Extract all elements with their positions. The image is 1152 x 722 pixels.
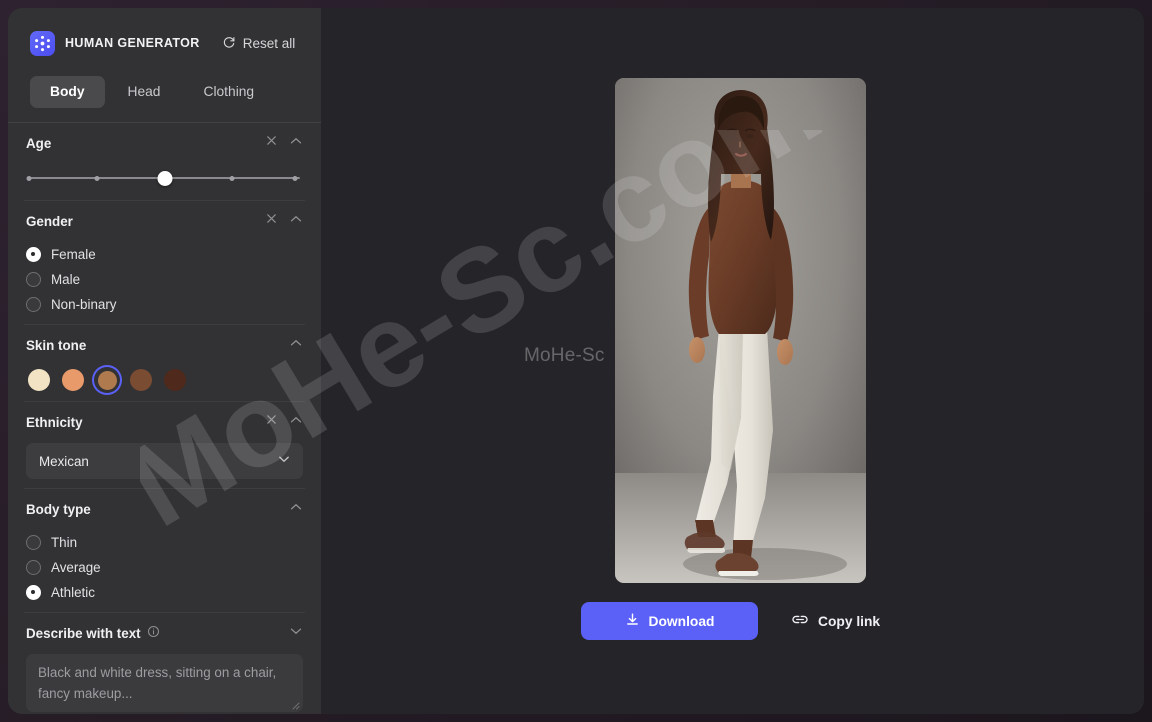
reset-circular-arrow-icon <box>222 35 236 52</box>
chevron-down-icon <box>277 452 291 471</box>
section-skin-tone-title: Skin tone <box>26 338 86 353</box>
age-slider-tick-4[interactable] <box>230 176 235 181</box>
copy-link-label: Copy link <box>818 614 880 629</box>
skin-tone-swatch-3[interactable] <box>94 367 120 393</box>
screen-root: HUMAN GENERATOR Reset all Body Head Clot… <box>0 0 1152 722</box>
gender-option-male[interactable]: Male <box>26 267 305 291</box>
section-describe-actions <box>289 624 303 643</box>
chevron-up-icon[interactable] <box>289 336 303 355</box>
skin-tone-swatch-4[interactable] <box>128 367 154 393</box>
close-x-icon[interactable] <box>265 212 278 230</box>
info-circle-icon[interactable] <box>147 625 160 641</box>
download-button[interactable]: Download <box>581 602 758 640</box>
age-slider-tick-2[interactable] <box>94 176 99 181</box>
gender-option-label: Non-binary <box>51 297 117 312</box>
radio-indicator <box>26 272 41 287</box>
download-icon <box>625 612 640 630</box>
body-type-option-average[interactable]: Average <box>26 555 305 579</box>
close-x-icon[interactable] <box>265 413 278 431</box>
section-ethnicity: Ethnicity <box>8 402 321 479</box>
section-body-type-title: Body type <box>26 502 91 517</box>
swatch-color <box>130 369 152 391</box>
close-x-icon[interactable] <box>265 134 278 152</box>
tab-body[interactable]: Body <box>30 76 105 108</box>
section-age-title: Age <box>26 136 51 151</box>
section-ethnicity-header: Ethnicity <box>24 402 305 442</box>
section-describe-title-label: Describe with text <box>26 626 141 641</box>
tab-clothing[interactable]: Clothing <box>183 76 274 108</box>
gender-option-non-binary[interactable]: Non-binary <box>26 292 305 316</box>
reset-all-label: Reset all <box>243 36 296 51</box>
tab-head[interactable]: Head <box>108 76 181 108</box>
gender-option-label: Male <box>51 272 80 287</box>
tab-bar: Body Head Clothing <box>8 72 321 108</box>
section-describe-title: Describe with text <box>26 625 160 641</box>
copy-link-button[interactable]: Copy link <box>791 612 880 630</box>
swatch-color <box>164 369 186 391</box>
app-window: HUMAN GENERATOR Reset all Body Head Clot… <box>8 8 1144 714</box>
describe-textarea[interactable] <box>26 654 303 712</box>
gender-option-label: Female <box>51 247 96 262</box>
action-row: Download Copy link <box>581 602 880 640</box>
chevron-up-icon[interactable] <box>289 500 303 519</box>
swatch-color <box>28 369 50 391</box>
section-gender: Gender <box>8 201 321 316</box>
generated-image-preview[interactable] <box>615 78 866 583</box>
settings-scroll-area[interactable]: Age <box>8 123 321 714</box>
body-type-option-label: Average <box>51 560 101 575</box>
age-slider[interactable] <box>26 163 303 193</box>
radio-indicator <box>26 585 41 600</box>
swatch-color <box>98 371 117 390</box>
brand-row: HUMAN GENERATOR Reset all <box>8 20 321 66</box>
section-body-type-header: Body type <box>24 489 305 529</box>
swatch-color <box>62 369 84 391</box>
generated-human-portrait-icon <box>615 78 866 583</box>
preview-stage: Download Copy link <box>321 8 1144 714</box>
section-body-type: Body type Thin <box>8 489 321 604</box>
section-skin-tone-header: Skin tone <box>24 325 305 365</box>
section-age: Age <box>8 123 321 193</box>
body-type-option-thin[interactable]: Thin <box>26 530 305 554</box>
body-type-option-label: Thin <box>51 535 77 550</box>
sidebar-panel: HUMAN GENERATOR Reset all Body Head Clot… <box>8 8 321 714</box>
skin-tone-swatch-list <box>26 367 303 393</box>
section-ethnicity-actions <box>265 413 303 432</box>
reset-all-button[interactable]: Reset all <box>222 35 296 52</box>
skin-tone-swatch-2[interactable] <box>60 367 86 393</box>
age-slider-tick-5[interactable] <box>293 176 298 181</box>
brand-name: HUMAN GENERATOR <box>65 36 200 50</box>
section-age-header: Age <box>24 123 305 163</box>
section-describe-header: Describe with text <box>24 613 305 653</box>
chevron-up-icon[interactable] <box>289 413 303 432</box>
section-describe-with-text: Describe with text <box>8 613 321 714</box>
ethnicity-select[interactable]: Mexican <box>26 443 303 479</box>
age-slider-tick-1[interactable] <box>27 176 32 181</box>
gender-option-female[interactable]: Female <box>26 242 305 266</box>
section-gender-header: Gender <box>24 201 305 241</box>
section-ethnicity-title: Ethnicity <box>26 415 83 430</box>
ethnicity-selected-value: Mexican <box>39 454 89 469</box>
skin-tone-swatch-5[interactable] <box>162 367 188 393</box>
radio-indicator <box>26 247 41 262</box>
section-gender-actions <box>265 212 303 231</box>
age-slider-handle[interactable] <box>157 171 172 186</box>
body-type-option-athletic[interactable]: Athletic <box>26 580 305 604</box>
skin-tone-swatch-1[interactable] <box>26 367 52 393</box>
radio-indicator <box>26 560 41 575</box>
body-type-option-label: Athletic <box>51 585 95 600</box>
section-skin-tone-actions <box>289 336 303 355</box>
download-button-label: Download <box>649 614 715 629</box>
describe-textarea-wrap <box>26 654 303 714</box>
section-age-actions <box>265 134 303 153</box>
chevron-up-icon[interactable] <box>289 212 303 231</box>
human-generator-logo-icon <box>30 31 55 56</box>
link-chain-icon <box>791 612 809 630</box>
chevron-down-icon[interactable] <box>289 624 303 643</box>
radio-indicator <box>26 297 41 312</box>
section-gender-title: Gender <box>26 214 73 229</box>
radio-indicator <box>26 535 41 550</box>
chevron-up-icon[interactable] <box>289 134 303 153</box>
section-skin-tone: Skin tone <box>8 325 321 393</box>
section-body-type-actions <box>289 500 303 519</box>
